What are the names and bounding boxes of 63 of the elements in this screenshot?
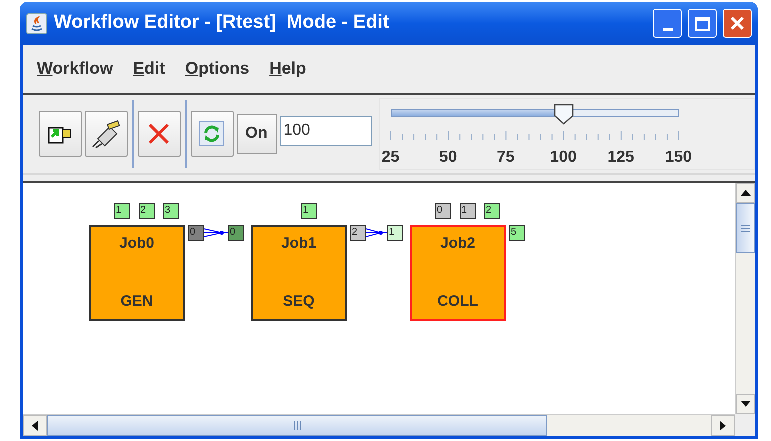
up-arrow-icon bbox=[740, 190, 750, 196]
menu-item[interactable]: Options bbox=[185, 56, 250, 82]
port[interactable]: 1 bbox=[301, 203, 317, 219]
vertical-scrollbar[interactable] bbox=[735, 183, 755, 414]
job-node[interactable]: Job0 GEN bbox=[89, 225, 185, 321]
maximize-button[interactable] bbox=[688, 9, 717, 38]
left-arrow-icon bbox=[32, 420, 38, 430]
tick-label: 125 bbox=[608, 148, 634, 168]
job-type: GEN bbox=[120, 292, 154, 312]
close-button[interactable] bbox=[723, 9, 752, 38]
app-icon bbox=[26, 12, 48, 34]
tick-label: 50 bbox=[439, 148, 458, 168]
slider-thumb[interactable] bbox=[552, 103, 575, 125]
minimize-button[interactable] bbox=[653, 9, 682, 38]
port[interactable]: 0 bbox=[435, 203, 451, 219]
down-arrow-icon bbox=[740, 401, 750, 407]
port[interactable]: 2 bbox=[350, 225, 366, 241]
port[interactable]: 0 bbox=[228, 225, 244, 241]
delete-button[interactable] bbox=[138, 111, 181, 157]
menu-item[interactable]: Help bbox=[270, 56, 306, 82]
tick-label: 150 bbox=[665, 148, 692, 168]
plug-icon bbox=[90, 119, 122, 149]
port[interactable]: 2 bbox=[484, 203, 500, 219]
port[interactable]: 1 bbox=[114, 203, 130, 219]
job-name: Job1 bbox=[281, 234, 316, 254]
menu-item[interactable]: Edit bbox=[133, 56, 166, 82]
connector bbox=[204, 227, 228, 239]
port[interactable]: 5 bbox=[509, 225, 525, 241]
refresh-button[interactable] bbox=[190, 111, 234, 157]
job-name: Job0 bbox=[119, 234, 154, 254]
scroll-thumb[interactable] bbox=[47, 415, 547, 436]
port[interactable]: 2 bbox=[138, 203, 154, 219]
scroll-left-button[interactable] bbox=[23, 415, 47, 436]
scroll-thumb[interactable] bbox=[736, 203, 755, 253]
port[interactable]: 1 bbox=[460, 203, 476, 219]
connector bbox=[366, 227, 387, 239]
tick-label: 25 bbox=[382, 148, 400, 168]
refresh-icon bbox=[199, 121, 225, 147]
scroll-down-button[interactable] bbox=[736, 394, 755, 414]
scroll-right-button[interactable] bbox=[711, 415, 735, 436]
right-arrow-icon bbox=[720, 420, 726, 430]
job-name: Job2 bbox=[440, 234, 476, 254]
port[interactable]: 3 bbox=[163, 203, 179, 219]
scroll-up-button[interactable] bbox=[736, 183, 755, 203]
tick-label: 75 bbox=[497, 148, 515, 168]
job-type: SEQ bbox=[283, 292, 315, 312]
port[interactable]: 1 bbox=[387, 225, 403, 241]
job-node[interactable]: Job1 SEQ bbox=[251, 225, 347, 321]
close-icon bbox=[730, 16, 745, 31]
horizontal-scrollbar[interactable] bbox=[23, 414, 735, 436]
scrollbar-corner bbox=[735, 414, 755, 436]
delete-icon bbox=[147, 122, 172, 146]
job-type: COLL bbox=[438, 292, 478, 312]
tick-label: 100 bbox=[550, 148, 577, 168]
export-button[interactable] bbox=[39, 111, 82, 157]
plug-button[interactable] bbox=[84, 111, 128, 157]
menu-item[interactable]: Workflow bbox=[37, 56, 114, 82]
toggle-button[interactable]: On bbox=[236, 114, 277, 154]
window-title: Workflow Editor - [Rtest] Mode - Edit bbox=[54, 11, 390, 36]
zoom-field[interactable]: 100 bbox=[280, 116, 372, 146]
slider-track[interactable] bbox=[390, 109, 679, 117]
job-node[interactable]: Job2 COLL bbox=[410, 225, 506, 321]
port[interactable]: 0 bbox=[188, 225, 204, 241]
